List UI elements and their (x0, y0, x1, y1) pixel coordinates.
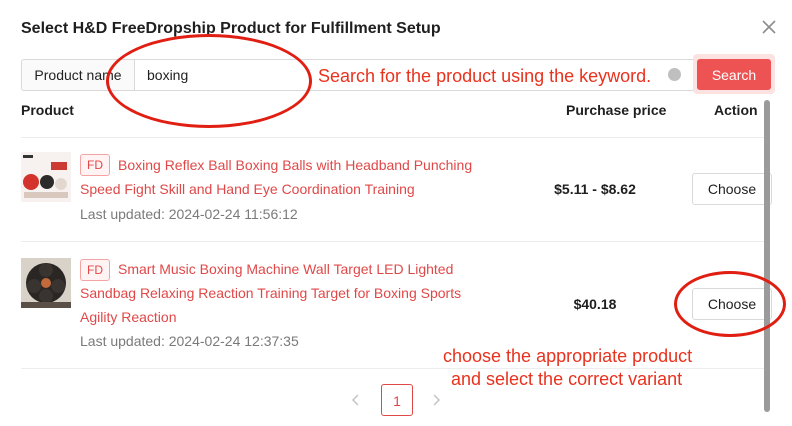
column-header-action: Action (714, 102, 758, 118)
column-header-product: Product (21, 102, 74, 118)
purchase-price: $40.18 (573, 296, 617, 312)
product-select-modal: Select H&D FreeDropship Product for Fulf… (0, 0, 792, 426)
product-name-link[interactable]: Boxing Reflex Ball Boxing Balls with Hea… (80, 153, 500, 201)
last-updated: Last updated: 2024-02-24 12:37:35 (80, 333, 299, 349)
annotation-ellipse-search (106, 34, 312, 128)
search-button[interactable]: Search (697, 59, 771, 90)
product-thumbnail[interactable] (21, 258, 71, 308)
annotation-choose-hint-line2: and select the correct variant (451, 369, 683, 389)
last-updated: Last updated: 2024-02-24 11:56:12 (80, 206, 298, 222)
annotation-choose-hint-line1: choose the appropriate product (443, 346, 693, 366)
product-thumbnail[interactable] (21, 152, 71, 202)
chevron-left-icon[interactable] (350, 392, 362, 408)
page-number-button[interactable]: 1 (381, 384, 413, 416)
annotation-ellipse-choose (674, 271, 786, 337)
close-icon[interactable] (760, 18, 778, 36)
choose-button[interactable]: Choose (692, 173, 772, 205)
scrollbar[interactable] (764, 100, 770, 412)
product-name-link[interactable]: Smart Music Boxing Machine Wall Target L… (80, 257, 500, 329)
chevron-right-icon[interactable] (430, 392, 442, 408)
clear-icon[interactable] (668, 68, 681, 81)
header-divider (21, 137, 766, 138)
column-header-price: Purchase price (566, 102, 667, 118)
annotation-search-hint: Search for the product using the keyword… (318, 66, 652, 86)
purchase-price: $5.11 - $8.62 (554, 181, 636, 197)
row-divider (21, 241, 766, 242)
